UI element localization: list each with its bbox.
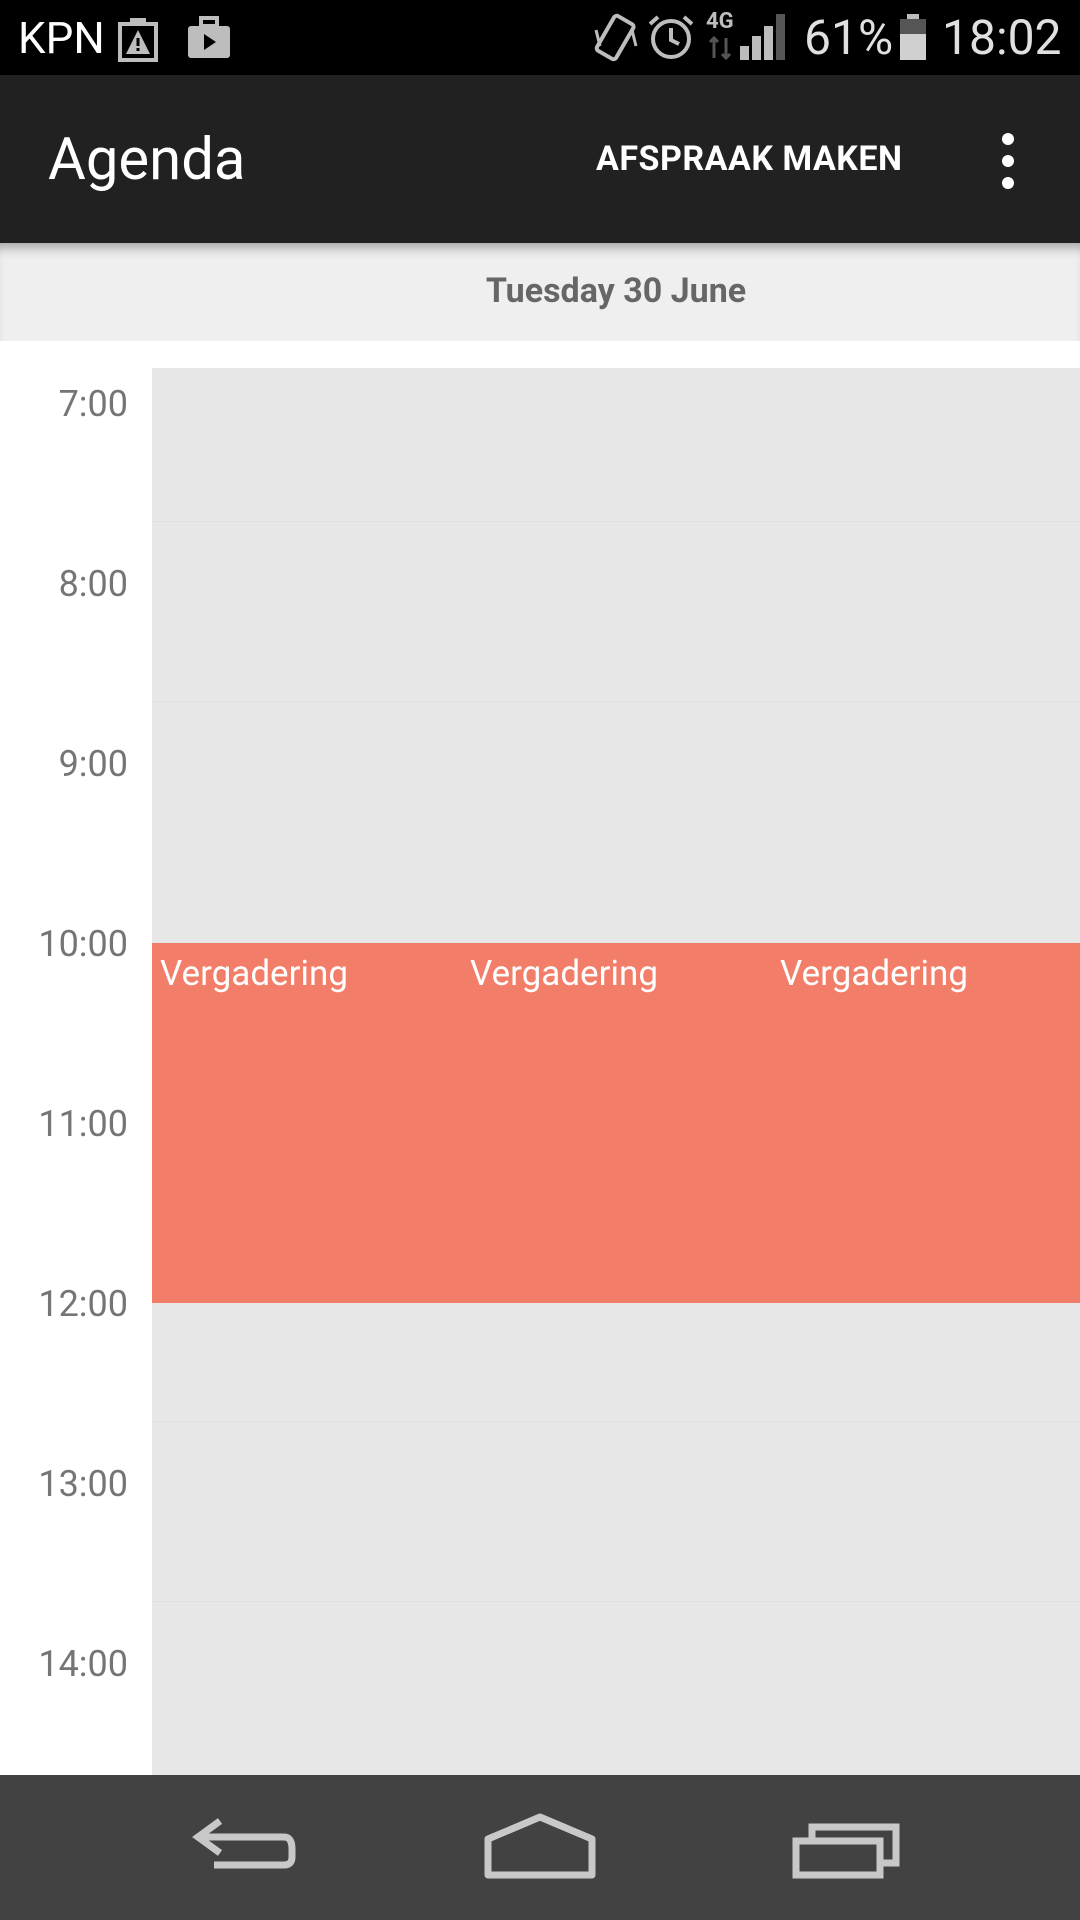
action-bar: Agenda AFSPRAAK MAKEN — [0, 75, 1080, 243]
event-title[interactable]: Vergadering — [780, 953, 968, 995]
carrier-name: KPN — [18, 12, 105, 64]
hour-label: 13:00 — [38, 1463, 128, 1505]
home-icon[interactable] — [480, 1805, 600, 1889]
recents-icon[interactable] — [784, 1805, 904, 1889]
hour-label: 7:00 — [58, 383, 128, 425]
hour-label: 10:00 — [38, 923, 128, 965]
date-header: Tuesday 30 June — [0, 243, 1080, 341]
day-calendar[interactable]: 7:00 8:00 9:00 10:00 11:00 12:00 13:00 1… — [0, 341, 1080, 1775]
hour-label: 12:00 — [38, 1283, 128, 1325]
navigation-bar — [0, 1775, 1080, 1920]
hour-label: 8:00 — [58, 563, 128, 605]
event-title[interactable]: Vergadering — [470, 953, 658, 995]
more-vert-icon[interactable] — [990, 131, 1026, 191]
hour-line — [152, 1601, 1080, 1602]
data-activity-icon — [708, 36, 732, 60]
vibrate-icon — [594, 13, 638, 62]
new-appointment-button[interactable]: AFSPRAAK MAKEN — [596, 137, 903, 181]
hour-line — [152, 701, 1080, 702]
status-clock: 18:02 — [942, 9, 1062, 66]
hour-line — [152, 521, 1080, 522]
work-profile-icon — [188, 16, 230, 58]
app-title: Agenda — [48, 126, 246, 194]
event-title[interactable]: Vergadering — [160, 953, 348, 995]
battery-icon — [900, 14, 926, 60]
hour-label: 11:00 — [38, 1103, 128, 1145]
status-bar: KPN 4G 61% 18:02 — [0, 0, 1080, 75]
event-block[interactable]: Vergadering Vergadering Vergadering — [152, 943, 1080, 1303]
battery-percentage: 61% — [804, 9, 894, 66]
hour-label: 9:00 — [58, 743, 128, 785]
selected-date: Tuesday 30 June — [485, 271, 747, 311]
hour-label: 14:00 — [38, 1643, 128, 1685]
battery-warning-icon — [118, 18, 158, 62]
alarm-icon — [648, 15, 694, 59]
signal-icon — [740, 14, 785, 60]
network-type-label: 4G — [706, 9, 734, 34]
back-icon[interactable] — [180, 1805, 300, 1889]
hour-line — [152, 1421, 1080, 1422]
